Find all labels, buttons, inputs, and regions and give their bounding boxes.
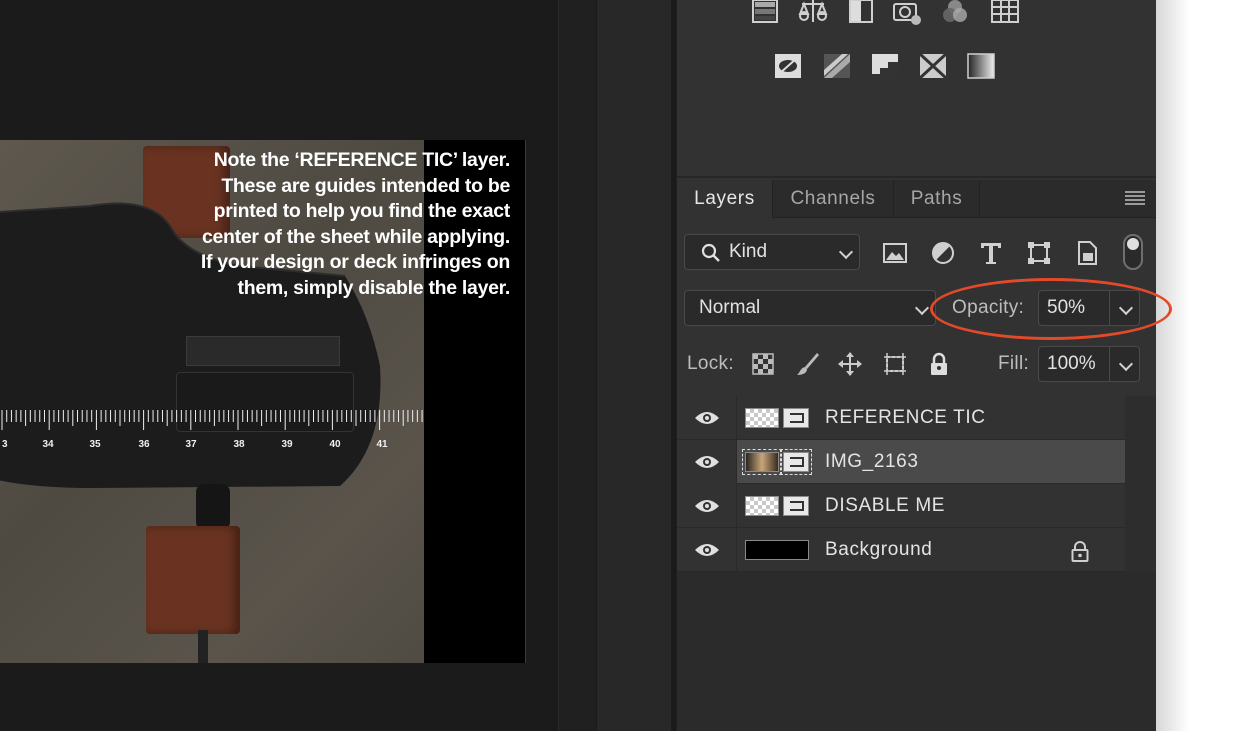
visibility-eye-icon[interactable]	[677, 484, 737, 528]
ruler-label: 3	[2, 439, 8, 450]
truck-kingpin	[196, 484, 230, 530]
lock-icon	[1071, 541, 1089, 562]
exposure-icon[interactable]	[845, 0, 877, 26]
channel-mixer-icon[interactable]	[939, 0, 971, 26]
levels-icon[interactable]	[749, 0, 781, 26]
wheel-axle	[198, 630, 208, 663]
shape-layer-filter-icon[interactable]	[1023, 236, 1055, 270]
ruler-label: 38	[233, 439, 245, 450]
note-line: center of the sheet while applying.	[201, 225, 510, 248]
layers-list: REFERENCE TIC IMG_2163 DISABLE ME Backgr…	[677, 396, 1125, 572]
ruler-label: 37	[185, 439, 197, 450]
filter-kind-select[interactable]: Kind	[684, 234, 860, 270]
layer-name[interactable]: DISABLE ME	[825, 495, 945, 517]
layer-name[interactable]: IMG_2163	[825, 451, 919, 473]
chevron-down-icon[interactable]	[1118, 356, 1134, 372]
layer-name[interactable]: Background	[825, 539, 932, 561]
layer-thumbnail	[745, 540, 809, 560]
layer-row[interactable]: IMG_2163	[677, 440, 1125, 484]
search-icon	[701, 243, 720, 262]
ruler-label: 41	[376, 439, 388, 450]
ruler-label: 34	[42, 439, 54, 450]
layer-name[interactable]: REFERENCE TIC	[825, 407, 986, 429]
threshold-icon[interactable]	[869, 52, 901, 80]
tab-paths[interactable]: Paths	[894, 180, 980, 218]
note-line: printed to help you find the exact	[213, 200, 511, 223]
opacity-label: Opacity:	[952, 297, 1025, 318]
tab-channels[interactable]: Channels	[773, 180, 894, 218]
layer-row[interactable]: REFERENCE TIC	[677, 396, 1125, 440]
opacity-input[interactable]: 50%	[1038, 290, 1140, 326]
fill-label: Fill:	[998, 353, 1030, 374]
lock-all-icon[interactable]	[925, 350, 953, 378]
ruler-label: 40	[329, 439, 341, 450]
type-layer-filter-icon[interactable]	[975, 236, 1007, 270]
visibility-eye-icon[interactable]	[677, 528, 737, 572]
note-line: them, simply disable the layer.	[237, 276, 511, 299]
adjustment-layer-filter-icon[interactable]	[927, 236, 959, 270]
lock-image-pixels-icon[interactable]	[794, 350, 822, 378]
lock-label: Lock:	[687, 353, 734, 374]
truck-baseplate	[186, 336, 340, 366]
window-edge	[1156, 0, 1239, 731]
ruler-label: 36	[138, 439, 150, 450]
skateboard-wheel-bottom	[146, 526, 240, 634]
ruler-label: 35	[89, 439, 101, 450]
pixel-layer-filter-icon[interactable]	[879, 236, 911, 270]
camera-icon[interactable]	[891, 0, 923, 26]
layer-row[interactable]: DISABLE ME	[677, 484, 1125, 528]
filter-toggle-switch[interactable]	[1123, 234, 1143, 270]
smart-object-icon	[783, 408, 809, 428]
lock-position-icon[interactable]	[836, 350, 864, 378]
selective-color-icon[interactable]	[917, 52, 949, 80]
fill-value: 100%	[1047, 353, 1096, 374]
lock-artboard-icon[interactable]	[881, 350, 909, 378]
smart-object-filter-icon[interactable]	[1071, 236, 1103, 270]
lock-transparent-pixels-icon[interactable]	[749, 350, 777, 378]
invert-icon[interactable]	[772, 52, 804, 80]
grid-icon[interactable]	[989, 0, 1021, 26]
chevron-down-icon	[838, 244, 854, 260]
tab-layers[interactable]: Layers	[677, 180, 773, 218]
gradient-map-icon[interactable]	[965, 52, 997, 80]
layer-thumbnail	[745, 496, 779, 516]
balance-icon[interactable]	[797, 0, 829, 26]
visibility-eye-icon[interactable]	[677, 396, 737, 440]
layer-row[interactable]: Background	[677, 528, 1125, 572]
filter-kind-label: Kind	[729, 241, 768, 262]
smart-object-icon	[783, 496, 809, 516]
chevron-down-icon	[914, 300, 930, 316]
posterize-icon[interactable]	[821, 52, 853, 80]
layer-thumbnail	[742, 449, 782, 475]
visibility-eye-icon[interactable]	[677, 440, 737, 484]
blend-mode-select[interactable]: Normal	[684, 290, 936, 326]
layers-panel-tabs: Layers Channels Paths	[677, 180, 1157, 218]
smart-object-icon	[780, 449, 812, 475]
panel-gutter	[558, 0, 596, 731]
collapsed-panel-dock[interactable]	[596, 0, 672, 731]
adjustments-panel	[677, 0, 1157, 178]
document-canvas-area[interactable]: 334353637383940414243 Note the ‘REFERENC…	[0, 0, 558, 731]
layers-empty-area	[677, 572, 1157, 731]
layers-panel-dock: Layers Channels Paths Kind Normal Opacit…	[676, 0, 1157, 731]
chevron-down-icon[interactable]	[1118, 300, 1134, 316]
ruler-label: 39	[281, 439, 293, 450]
note-line: Note the ‘REFERENCE TIC’ layer.	[213, 149, 511, 171]
layer-thumbnail	[745, 408, 779, 428]
opacity-value: 50%	[1047, 297, 1086, 318]
document-image[interactable]: 334353637383940414243 Note the ‘REFERENC…	[0, 140, 526, 663]
panel-menu-icon[interactable]	[1125, 191, 1145, 207]
note-line: These are guides intended to be	[221, 174, 510, 197]
fill-input[interactable]: 100%	[1038, 346, 1140, 382]
layers-scrollbar[interactable]	[1125, 396, 1157, 572]
reference-note-text: Note the ‘REFERENCE TIC’ layer. These ar…	[150, 148, 510, 302]
blend-mode-value: Normal	[699, 297, 761, 318]
note-line: If your design or deck infringes on	[200, 251, 510, 274]
